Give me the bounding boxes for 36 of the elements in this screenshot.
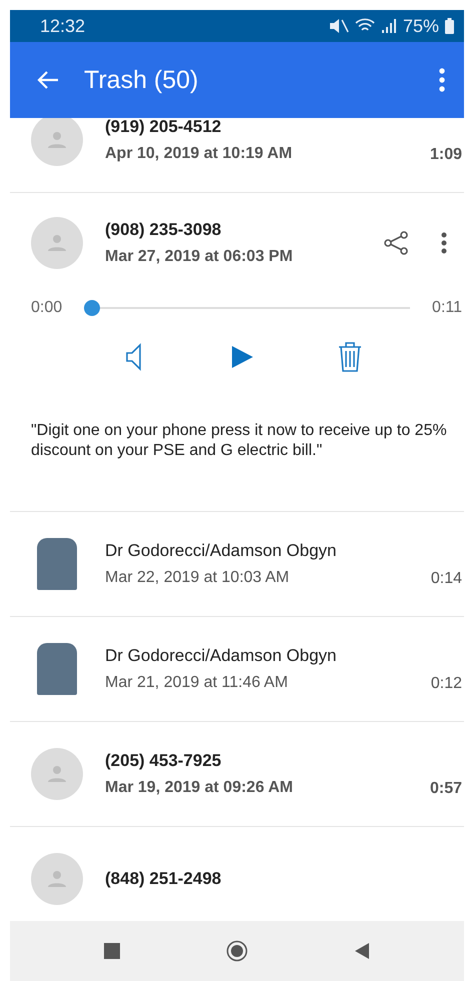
person-icon [47, 764, 67, 784]
person-icon [47, 869, 67, 889]
call-duration: 0:57 [430, 780, 462, 799]
seek-thumb[interactable] [84, 300, 100, 316]
screen-title: Trash (50) [84, 66, 200, 94]
caller-name: (919) 205-4512 [105, 118, 222, 137]
caller-name: (205) 453-7925 [105, 751, 222, 771]
call-date: Apr 10, 2019 at 10:19 AM [105, 145, 294, 163]
clock-time: 12:32 [40, 16, 86, 36]
battery-percent: 75% [402, 16, 439, 36]
caller-name: (848) 251-2498 [105, 869, 222, 889]
call-date: Mar 27, 2019 at 06:03 PM [105, 248, 294, 266]
caller-name: Dr Godorecci/Adamson Obgyn [105, 541, 338, 561]
total-time: 0:11 [432, 299, 462, 317]
call-row[interactable]: Dr Godorecci/Adamson Obgyn Mar 21, 2019 at 11:46 AM 0:12 [10, 617, 464, 722]
call-duration: 0:14 [430, 570, 462, 589]
person-icon [47, 130, 67, 150]
caller-name: (908) 235-3098 [105, 220, 222, 240]
mute-icon [328, 18, 349, 34]
call-duration: 1:09 [430, 146, 462, 165]
signal-icon [380, 18, 397, 34]
call-date: Mar 21, 2019 at 11:46 AM [105, 674, 289, 692]
call-row[interactable]: (205) 453-7925 Mar 19, 2019 at 09:26 AM 0:57 [10, 722, 464, 827]
call-row[interactable]: (908) 235-3098 Mar 27, 2019 at 06:03 PM 0:00 0:11 "Digit one on your phone press it now to receive up to 25% discount on your PSE and G electric bill." [10, 193, 464, 512]
call-duration: 0:12 [430, 675, 462, 694]
call-date: Mar 19, 2019 at 09:26 AM [105, 779, 294, 797]
person-icon [47, 233, 67, 253]
photo-placeholder [37, 538, 77, 590]
call-date: Mar 22, 2019 at 10:03 AM [105, 569, 290, 587]
caller-name: Dr Godorecci/Adamson Obgyn [105, 646, 338, 666]
call-row[interactable]: Dr Godorecci/Adamson Obgyn Mar 22, 2019 at 10:03 AM 0:14 [10, 512, 464, 617]
photo-placeholder [37, 643, 77, 695]
transcript-text: "Digit one on your phone press it now to receive up to 25% discount on your PSE and G electric bill." [30, 421, 448, 461]
battery-icon [445, 18, 454, 34]
call-row[interactable]: (919) 205-4512 Apr 10, 2019 at 10:19 AM 1:09 [10, 118, 464, 193]
elapsed-time: 0:00 [31, 299, 62, 317]
